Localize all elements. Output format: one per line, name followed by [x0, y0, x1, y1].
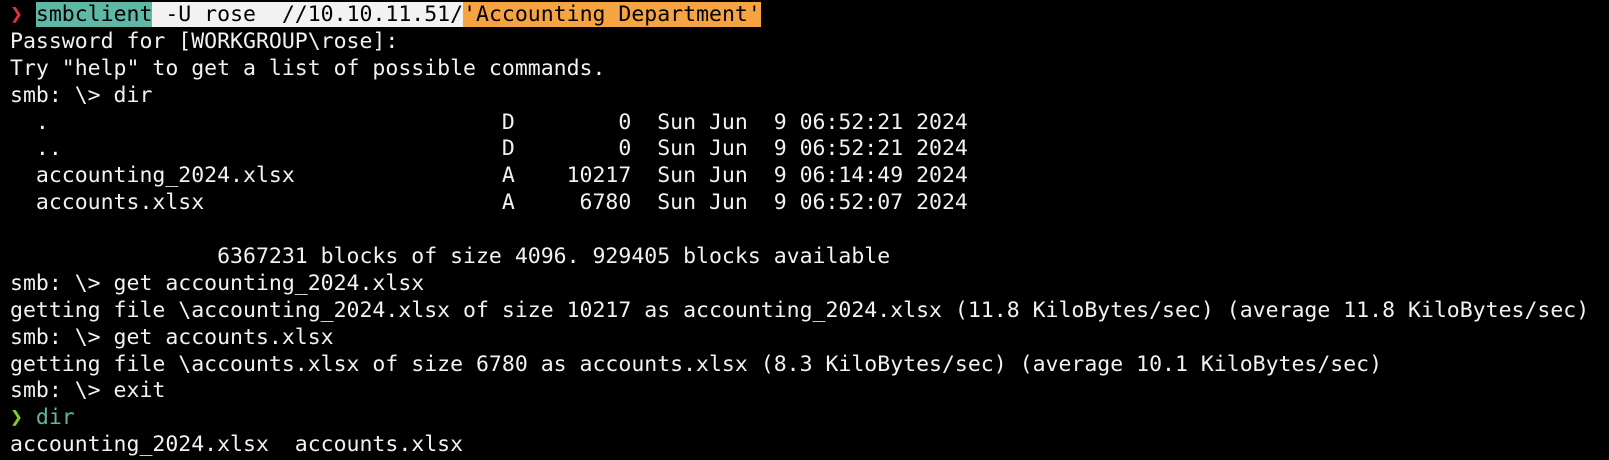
- prompt-chevron-icon: ❯: [10, 2, 23, 27]
- terminal-window[interactable]: ❯ smbclient -U rose //10.10.11.51/'Accou…: [0, 0, 1609, 460]
- output-line: getting file \accounts.xlsx of size 6780…: [10, 351, 1383, 377]
- dir-listing-row: accounts.xlsx A 6780 Sun Jun 9 06:52:07 …: [10, 190, 968, 216]
- command-dir: dir: [35, 405, 75, 431]
- blocks-summary-line: 6367231 blocks of size 4096. 929405 bloc…: [10, 244, 891, 270]
- final-output-line: accounting_2024.xlsx accounts.xlsx: [10, 432, 464, 458]
- command-quoted-share: 'Accounting Department': [463, 2, 761, 27]
- output-line: Try "help" to get a list of possible com…: [10, 55, 606, 81]
- output-line: getting file \accounting_2024.xlsx of si…: [10, 297, 1590, 323]
- dir-listing-row: accounting_2024.xlsx A 10217 Sun Jun 9 0…: [10, 163, 968, 189]
- dir-listing-row: .. D 0 Sun Jun 9 06:52:21 2024: [10, 136, 968, 162]
- prompt-line-smbclient: ❯ smbclient -U rose //10.10.11.51/'Accou…: [10, 2, 1609, 29]
- output-line: Password for [WORKGROUP\rose]:: [10, 28, 399, 54]
- prompt-chevron-icon: ❯: [10, 405, 23, 431]
- command-smbclient: smbclient: [35, 2, 153, 27]
- prompt-line-dir: ❯ dir: [10, 405, 1609, 432]
- smb-prompt-line: smb: \> exit: [10, 378, 166, 404]
- dir-listing-row: . D 0 Sun Jun 9 06:52:21 2024: [10, 109, 968, 135]
- smb-prompt-line: smb: \> get accounts.xlsx: [10, 324, 334, 350]
- smb-prompt-line: smb: \> get accounting_2024.xlsx: [10, 270, 425, 296]
- smb-prompt-line: smb: \> dir: [10, 82, 153, 108]
- command-args: -U rose //10.10.11.51/: [152, 2, 464, 27]
